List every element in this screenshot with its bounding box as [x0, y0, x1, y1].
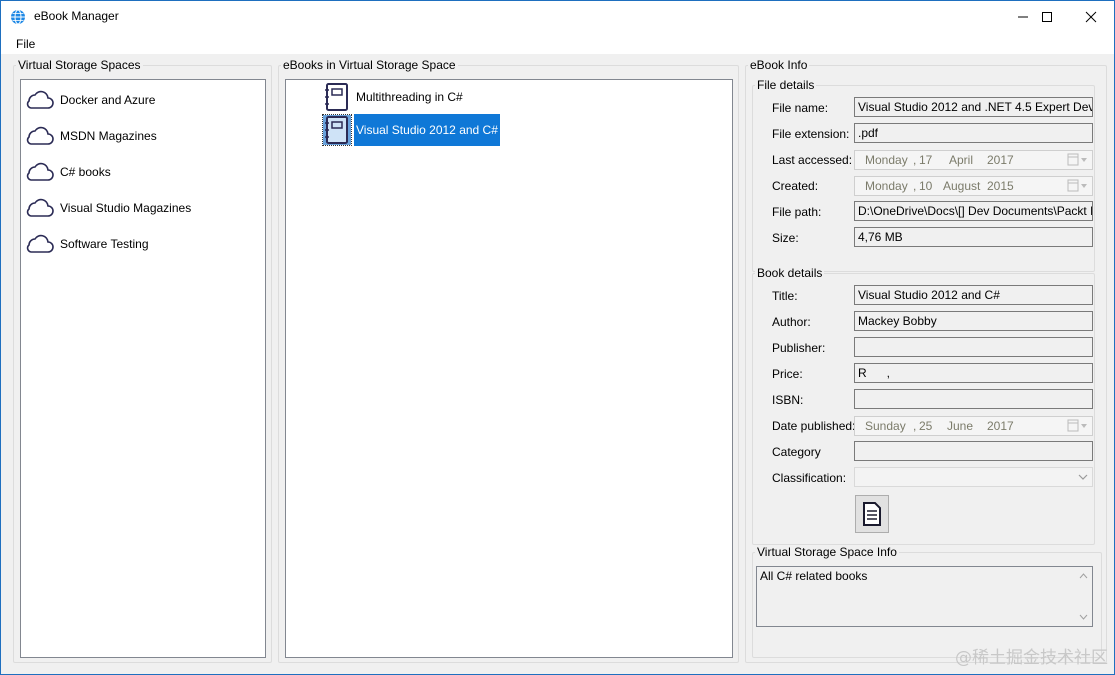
cloud-icon	[26, 198, 54, 217]
storage-space-item[interactable]: MSDN Magazines	[24, 124, 157, 148]
date-weekday: Monday	[865, 153, 908, 167]
chevron-down-icon	[1078, 474, 1088, 480]
author-label: Author:	[772, 315, 811, 329]
publisher-label: Publisher:	[772, 341, 826, 355]
document-icon	[863, 502, 881, 526]
globe-icon	[11, 9, 25, 25]
file-extension-field[interactable]: .pdf	[854, 123, 1093, 143]
storage-space-item[interactable]: Software Testing	[24, 232, 149, 256]
calendar-dropdown-icon[interactable]	[1067, 419, 1089, 433]
isbn-field[interactable]	[854, 389, 1093, 409]
date-published-datepicker[interactable]: Sunday , 25 June 2017	[854, 416, 1093, 436]
storage-space-item[interactable]: C# books	[24, 160, 111, 184]
cloud-icon	[26, 90, 54, 109]
ebook-item-selected[interactable]: Visual Studio 2012 and C#	[322, 114, 500, 146]
storage-spaces-group: Virtual Storage Spaces Docker and Azure …	[13, 58, 272, 663]
calendar-dropdown-icon[interactable]	[1067, 179, 1089, 193]
scroll-down-icon[interactable]	[1075, 610, 1092, 624]
storage-space-label: Visual Studio Magazines	[60, 201, 192, 215]
ebook-info-group: eBook Info File details File name: Visua…	[745, 58, 1107, 663]
last-accessed-datepicker[interactable]: Monday , 17 April 2017	[854, 150, 1093, 170]
created-label: Created:	[772, 179, 819, 193]
open-document-button[interactable]	[855, 495, 889, 533]
date-weekday: Sunday	[865, 419, 906, 433]
created-datepicker[interactable]: Monday , 10 August 2015	[854, 176, 1093, 196]
category-label: Category	[772, 445, 821, 459]
ebook-label: Multithreading in C#	[356, 90, 463, 104]
date-year: 2015	[987, 179, 1014, 193]
date-weekday: Monday	[865, 179, 908, 193]
maximize-icon	[1042, 11, 1052, 22]
date-year: 2017	[987, 153, 1014, 167]
size-field[interactable]: 4,76 MB	[854, 227, 1093, 247]
category-field[interactable]	[854, 441, 1093, 461]
storage-space-item[interactable]: Visual Studio Magazines	[24, 196, 191, 220]
ebook-label: Visual Studio 2012 and C#	[354, 114, 500, 146]
publisher-field[interactable]	[854, 337, 1093, 357]
date-year: 2017	[987, 419, 1014, 433]
storage-space-label: Software Testing	[60, 237, 149, 251]
price-field[interactable]: R ,	[854, 363, 1093, 383]
storage-info-description: All C# related books	[760, 569, 868, 583]
close-button[interactable]	[1068, 1, 1114, 32]
file-path-field[interactable]: D:\OneDrive\Docs\[] Dev Documents\Packt …	[854, 201, 1093, 221]
ebooks-list[interactable]: Multithreading in C# Visual Studio 2012 …	[285, 79, 733, 658]
date-month: August	[943, 179, 981, 193]
file-name-label: File name:	[772, 101, 829, 115]
classification-label: Classification:	[772, 471, 847, 485]
ebook-info-title: eBook Info	[748, 58, 810, 73]
storage-space-label: C# books	[60, 165, 111, 179]
notebook-icon	[325, 83, 348, 111]
storage-spaces-list[interactable]: Docker and Azure MSDN Magazines C# books…	[20, 79, 266, 658]
storage-space-item[interactable]: Docker and Azure	[24, 88, 155, 112]
date-published-label: Date published:	[772, 419, 856, 433]
file-extension-label: File extension:	[772, 127, 850, 141]
date-day: 25	[919, 419, 933, 433]
book-details-title: Book details	[755, 266, 825, 281]
storage-space-label: Docker and Azure	[60, 93, 156, 107]
book-details-group: Book details Title: Visual Studio 2012 a…	[752, 266, 1095, 545]
window-title: eBook Manager	[34, 9, 119, 23]
app-window: eBook Manager File Virtual Storage Space…	[0, 0, 1115, 675]
scroll-up-icon[interactable]	[1075, 569, 1092, 583]
file-details-title: File details	[755, 78, 817, 93]
file-name-field[interactable]: Visual Studio 2012 and .NET 4.5 Expert D…	[854, 97, 1093, 117]
title-field[interactable]: Visual Studio 2012 and C#	[854, 285, 1093, 305]
watermark: @稀土掘金技术社区	[955, 648, 1108, 668]
storage-spaces-title: Virtual Storage Spaces	[16, 58, 143, 73]
file-path-label: File path:	[772, 205, 822, 219]
storage-info-title: Virtual Storage Space Info	[755, 545, 899, 560]
storage-info-textarea[interactable]: All C# related books	[756, 566, 1093, 627]
file-details-group: File details File name: Visual Studio 20…	[752, 78, 1095, 272]
isbn-label: ISBN:	[772, 393, 804, 407]
date-day: 10	[919, 179, 933, 193]
size-label: Size:	[772, 231, 799, 245]
date-month: June	[947, 419, 974, 433]
storage-space-label: MSDN Magazines	[60, 129, 157, 143]
cloud-icon	[26, 234, 54, 253]
classification-combobox[interactable]	[854, 467, 1093, 487]
last-accessed-label: Last accessed:	[772, 153, 853, 167]
menu-bar: File	[1, 32, 1114, 54]
title-bar: eBook Manager	[1, 1, 1114, 32]
close-icon	[1085, 11, 1097, 22]
menu-file[interactable]: File	[16, 37, 35, 51]
ebook-item[interactable]: Multithreading in C#	[323, 82, 465, 112]
author-field[interactable]: Mackey Bobby	[854, 311, 1093, 331]
title-label: Title:	[772, 289, 798, 303]
date-month: April	[949, 153, 974, 167]
cloud-icon	[26, 162, 54, 181]
notebook-icon	[322, 114, 352, 146]
vertical-scrollbar[interactable]	[1075, 567, 1092, 626]
calendar-dropdown-icon[interactable]	[1067, 153, 1089, 167]
price-label: Price:	[772, 367, 803, 381]
maximize-button[interactable]	[1024, 1, 1070, 32]
cloud-icon	[26, 126, 54, 145]
date-day: 17	[919, 153, 933, 167]
ebooks-group: eBooks in Virtual Storage Space Multithr…	[278, 58, 739, 663]
ebooks-title: eBooks in Virtual Storage Space	[281, 58, 458, 73]
